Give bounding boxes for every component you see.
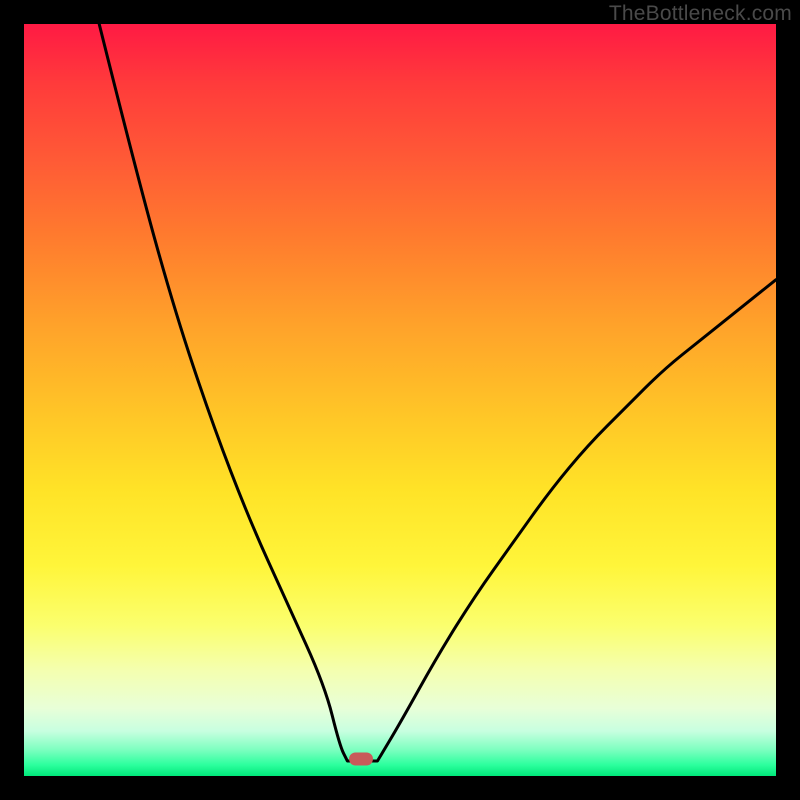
optimal-point-marker xyxy=(349,753,373,766)
chart-container: TheBottleneck.com xyxy=(0,0,800,800)
bottleneck-curve xyxy=(24,24,776,776)
plot-area xyxy=(24,24,776,776)
watermark-text: TheBottleneck.com xyxy=(609,2,792,26)
